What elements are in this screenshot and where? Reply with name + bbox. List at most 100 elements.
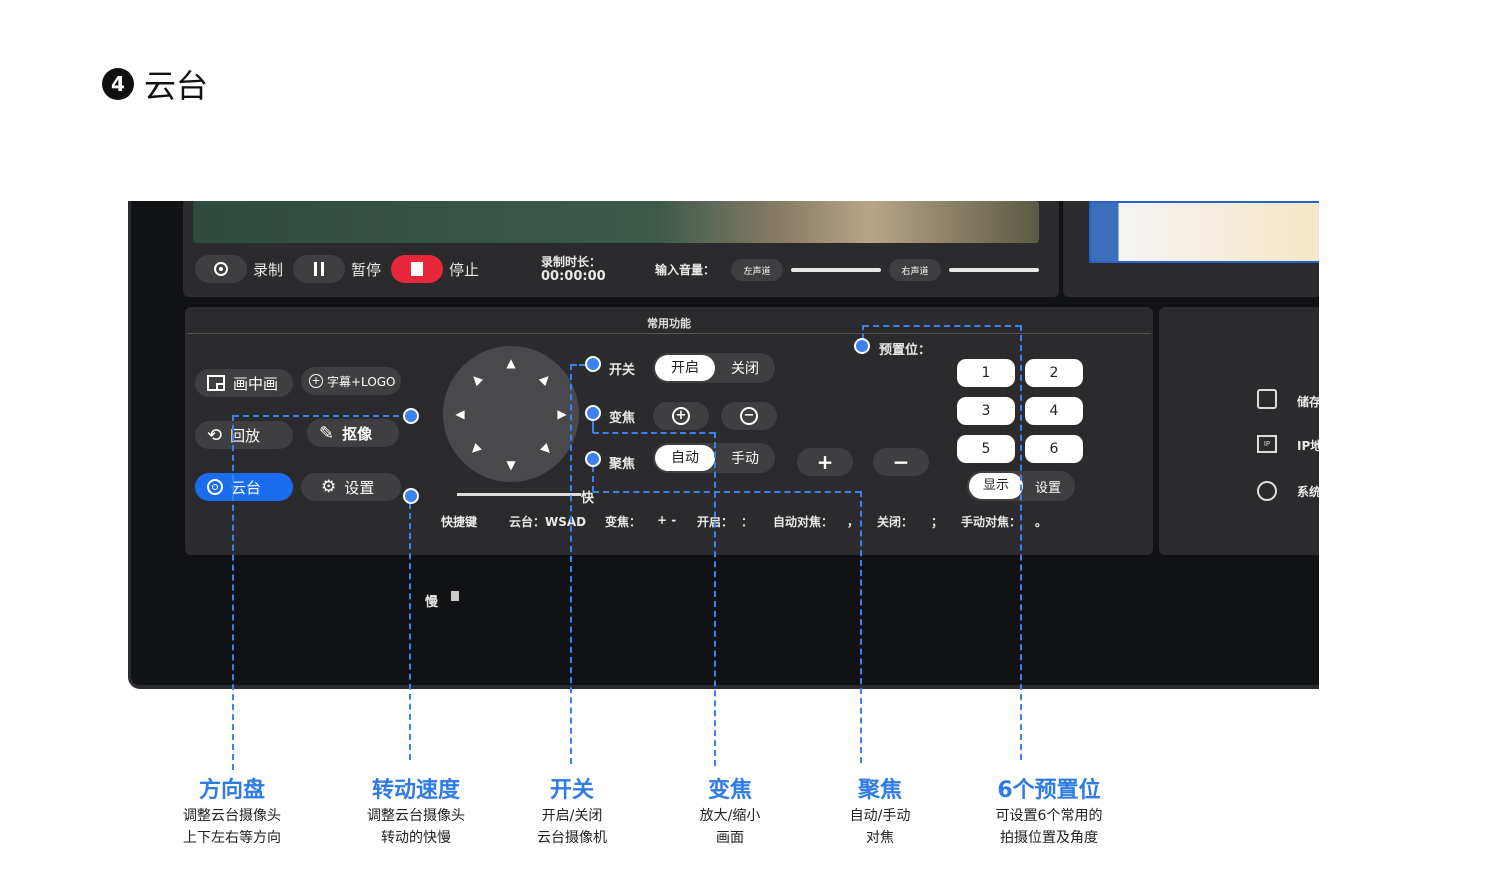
record-button[interactable] xyxy=(195,255,247,283)
caption-focus: 聚焦 自动/手动 对焦 xyxy=(820,772,940,848)
pause-button[interactable] xyxy=(293,255,345,283)
preset-button[interactable]: 2 xyxy=(1025,359,1083,387)
caption-title: 变焦 xyxy=(707,778,752,803)
arrow-down-left-icon[interactable]: ▼ xyxy=(466,439,486,459)
video-preview xyxy=(193,201,1039,243)
connector-line xyxy=(714,432,716,766)
switch-on-option[interactable]: 开启 xyxy=(655,355,715,381)
preset-label: 预置位： xyxy=(879,343,932,358)
callout-dot xyxy=(403,488,419,504)
shortcut-off-key: ； xyxy=(931,515,944,529)
pause-label: 暂停 xyxy=(351,261,382,279)
left-channel-button[interactable]: 左声道 xyxy=(731,259,783,281)
caption-line: 画面 xyxy=(716,830,744,846)
add-circle-icon: + xyxy=(309,374,323,388)
focus-plus-button[interactable]: + xyxy=(797,448,853,476)
playback-label: 回放 xyxy=(230,426,261,445)
section-heading: 4 云台 xyxy=(102,62,208,106)
system-menu-item[interactable]: 系统 xyxy=(1297,483,1319,500)
arrow-left-icon[interactable]: ◀ xyxy=(453,407,467,421)
focus-auto-option[interactable]: 自动 xyxy=(655,445,715,471)
preset-button[interactable]: 1 xyxy=(957,359,1015,387)
preset-settings-option[interactable]: 设置 xyxy=(1023,477,1073,496)
callout-dot xyxy=(585,405,601,421)
stop-icon xyxy=(411,262,423,276)
caption-logo-label: 字幕+LOGO xyxy=(327,374,396,389)
switch-off-option[interactable]: 关闭 xyxy=(715,358,775,378)
ip-menu-item[interactable]: IP地 xyxy=(1297,437,1319,454)
direction-pad[interactable]: ▲ ▼ ◀ ▶ ▲ ▲ ▼ ▼ xyxy=(443,346,579,482)
storage-menu-item[interactable]: 储存 xyxy=(1297,393,1319,410)
speed-slider[interactable] xyxy=(457,493,581,496)
left-volume-slider[interactable] xyxy=(791,268,881,272)
caption-line: 放大/缩小 xyxy=(699,808,761,824)
callout-dot xyxy=(585,356,601,372)
record-icon xyxy=(214,262,228,276)
caption-logo-button[interactable]: + 字幕+LOGO xyxy=(301,367,401,395)
ptz-label: 云台 xyxy=(231,478,262,497)
device-screen: 录制 暂停 停止 录制时长： 00:00:00 输入音量： 左声道 右声道 常用… xyxy=(128,201,1319,689)
common-functions-panel: 常用功能 画中画 + 字幕+LOGO ⟲ 回放 ✎ 抠像 云台 ⚙ 设置 ▲ ▼… xyxy=(185,307,1153,610)
settings-button[interactable]: ⚙ 设置 xyxy=(301,473,401,501)
connector-line xyxy=(570,364,572,764)
preset-show-option[interactable]: 显示 xyxy=(969,473,1023,499)
magic-wand-icon: ✎ xyxy=(319,422,335,444)
preset-button[interactable]: 4 xyxy=(1025,397,1083,425)
input-volume-label: 输入音量： xyxy=(655,263,716,277)
speed-handle[interactable] xyxy=(451,591,459,601)
right-volume-slider[interactable] xyxy=(949,268,1039,272)
focus-minus-button[interactable]: − xyxy=(873,448,929,476)
caption-switch: 开关 开启/关闭 云台摄像机 xyxy=(512,772,632,848)
callout-dot xyxy=(585,451,601,467)
shortcut-ptz: 云台：WSAD xyxy=(509,515,587,529)
slow-label: 慢 xyxy=(425,595,439,610)
arrow-up-icon[interactable]: ▲ xyxy=(504,356,518,370)
shortcut-zoom-label: 变焦： xyxy=(605,515,642,529)
caption-line: 自动/手动 xyxy=(849,808,911,824)
zoom-out-button[interactable]: − xyxy=(721,402,777,430)
document-thumbnail-panel xyxy=(1063,201,1319,297)
panel-title: 常用功能 xyxy=(647,317,691,330)
preset-button[interactable]: 6 xyxy=(1025,435,1083,463)
shortcut-manualfocus-key: 。 xyxy=(1035,515,1048,529)
right-channel-button[interactable]: 右声道 xyxy=(889,259,941,281)
stop-button[interactable] xyxy=(391,255,443,283)
caption-direction: 方向盘 调整云台摄像头 上下左右等方向 xyxy=(162,772,302,848)
arrow-down-icon[interactable]: ▼ xyxy=(504,458,518,472)
caption-zoom: 变焦 放大/缩小 画面 xyxy=(670,772,790,848)
history-icon: ⟲ xyxy=(207,424,223,446)
playback-button[interactable]: ⟲ 回放 xyxy=(195,421,293,449)
caption-line: 转动的快慢 xyxy=(381,830,451,846)
callout-dot xyxy=(854,338,870,354)
zoom-in-button[interactable]: + xyxy=(653,402,709,430)
caption-line: 调整云台摄像头 xyxy=(367,808,465,824)
caption-line: 对焦 xyxy=(866,830,894,846)
pip-button[interactable]: 画中画 xyxy=(195,369,293,397)
arrow-right-icon[interactable]: ▶ xyxy=(555,407,569,421)
duration-value: 00:00:00 xyxy=(541,269,606,284)
connector-line xyxy=(860,491,862,763)
zoom-out-icon: − xyxy=(740,407,758,425)
caption-title: 方向盘 xyxy=(198,778,265,803)
caption-speed: 转动速度 调整云台摄像头 转动的快慢 xyxy=(346,772,486,848)
caption-line: 拍摄位置及角度 xyxy=(1000,830,1098,846)
connector-line xyxy=(593,432,715,434)
connector-line xyxy=(592,421,594,433)
preset-button[interactable]: 3 xyxy=(957,397,1015,425)
stop-label: 停止 xyxy=(449,261,480,279)
switch-toggle[interactable]: 开启 关闭 xyxy=(653,353,775,383)
arrow-up-right-icon[interactable]: ▲ xyxy=(536,369,556,389)
arrow-down-right-icon[interactable]: ▼ xyxy=(536,439,556,459)
recording-panel: 录制 暂停 停止 录制时长： 00:00:00 输入音量： 左声道 右声道 xyxy=(183,201,1059,297)
document-thumbnail[interactable] xyxy=(1089,201,1319,263)
preset-button[interactable]: 5 xyxy=(957,435,1015,463)
matting-button[interactable]: ✎ 抠像 xyxy=(307,419,399,447)
connector-line xyxy=(233,415,409,417)
caption-line: 上下左右等方向 xyxy=(183,830,281,846)
caption-line: 可设置6个常用的 xyxy=(995,808,1103,824)
ptz-button[interactable]: 云台 xyxy=(195,473,293,501)
caption-title: 开关 xyxy=(549,778,594,803)
divider xyxy=(187,333,1151,334)
arrow-up-left-icon[interactable]: ▲ xyxy=(466,369,486,389)
focus-manual-option[interactable]: 手动 xyxy=(715,448,775,468)
